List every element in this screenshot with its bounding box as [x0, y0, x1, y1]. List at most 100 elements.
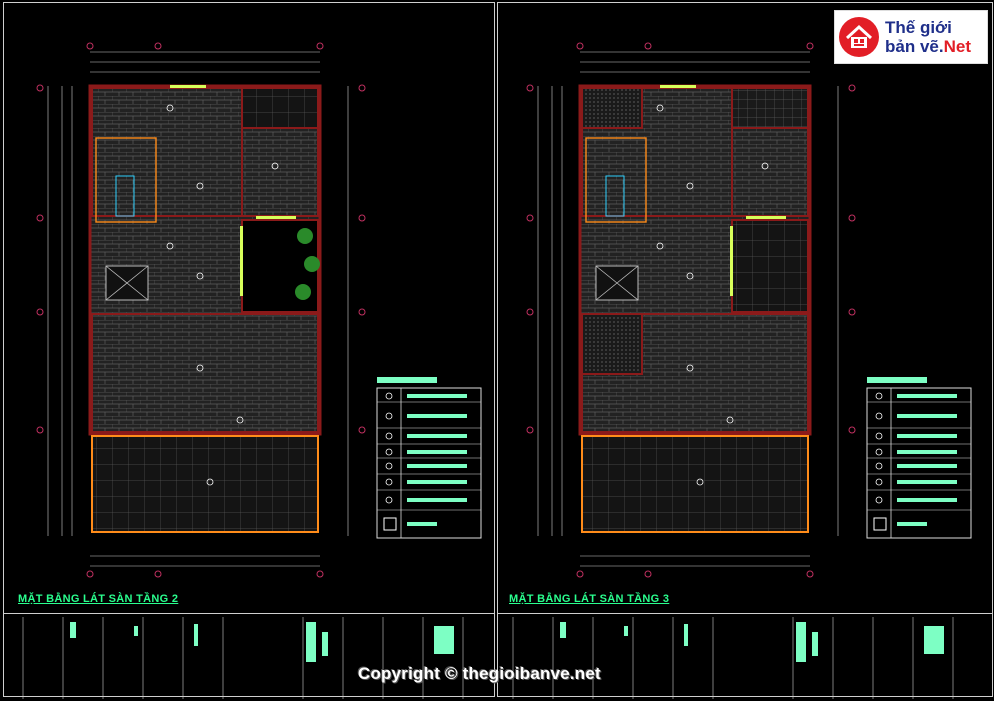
legend-text-bar	[897, 464, 957, 468]
grid-bubble-icon	[358, 308, 366, 316]
window	[256, 216, 296, 219]
title-block-entry	[194, 624, 198, 646]
legend-symbol-icon	[875, 392, 883, 400]
grid-bubble-icon	[86, 42, 94, 50]
grid-bubble-icon	[576, 570, 584, 578]
room	[731, 87, 809, 129]
wc-room	[581, 87, 643, 129]
grid-bubble-icon	[576, 42, 584, 50]
legend-table	[866, 387, 972, 539]
title-block-entry	[560, 622, 566, 638]
grid-bubble-icon	[526, 84, 534, 92]
window	[240, 226, 243, 296]
legend-symbol-icon	[875, 432, 883, 440]
legend-symbol-icon	[875, 478, 883, 486]
legend-text-bar	[407, 450, 467, 454]
grid-bubble-icon	[806, 42, 814, 50]
legend-symbol-icon	[385, 478, 393, 486]
legend-symbol-icon	[875, 462, 883, 470]
house-logo-icon	[839, 17, 879, 57]
title-block-entry	[306, 622, 316, 662]
grid-bubble-icon	[806, 570, 814, 578]
plan-title-floor-2: MẶT BẰNG LÁT SÀN TẦNG 2	[18, 593, 179, 605]
title-block-entry	[796, 622, 806, 662]
grid-bubble-icon	[316, 42, 324, 50]
grid-bubble-icon	[848, 214, 856, 222]
title-block-entry	[684, 624, 688, 646]
window	[730, 226, 733, 296]
courtyard	[731, 219, 809, 313]
legend-text-bar	[407, 480, 467, 484]
title-block-entry	[70, 622, 76, 638]
title-block-entry	[134, 626, 138, 636]
legend-text-bar	[897, 434, 957, 438]
grid-bubble-icon	[848, 426, 856, 434]
grid-bubble-icon	[644, 570, 652, 578]
window	[746, 216, 786, 219]
grid-bubble-icon	[36, 308, 44, 316]
legend-symbol-icon	[383, 517, 397, 531]
legend-text-bar	[897, 450, 957, 454]
grid-bubble-icon	[848, 84, 856, 92]
legend-text-bar	[407, 464, 467, 468]
grid-bubble-icon	[86, 570, 94, 578]
legend-heading	[867, 377, 927, 383]
grid-bubble-icon	[358, 426, 366, 434]
legend-symbol-icon	[873, 517, 887, 531]
plant-icon	[304, 256, 320, 272]
legend-text-bar	[407, 522, 437, 526]
legend-text-bar	[897, 498, 957, 502]
legend-symbol-icon	[385, 496, 393, 504]
grid-bubble-icon	[358, 84, 366, 92]
title-block-entry	[322, 632, 328, 656]
title-block-entry	[624, 626, 628, 636]
grid-bubble-icon	[358, 214, 366, 222]
legend-text-bar	[407, 414, 467, 418]
legend-text-bar	[897, 522, 927, 526]
legend-text-bar	[407, 394, 467, 398]
legend-text-bar	[897, 394, 957, 398]
legend-symbol-icon	[385, 462, 393, 470]
title-block-entry	[434, 626, 454, 654]
grid-bubble-icon	[154, 42, 162, 50]
grid-bubble-icon	[526, 308, 534, 316]
legend-text-bar	[407, 498, 467, 502]
plant-icon	[295, 284, 311, 300]
logo-line-1: Thế giới	[885, 18, 952, 37]
plan-title-floor-3: MẶT BẰNG LÁT SÀN TẦNG 3	[509, 593, 670, 605]
window	[170, 85, 206, 88]
grid-bubble-icon	[526, 214, 534, 222]
title-block-entry	[812, 632, 818, 656]
legend-table	[376, 387, 482, 539]
grid-bubble-icon	[644, 42, 652, 50]
logo-net: Net	[943, 37, 971, 56]
balcony	[91, 435, 319, 533]
logo-line-2: bản vẽ.	[885, 37, 944, 56]
wc-room	[581, 313, 643, 375]
legend-symbol-icon	[875, 412, 883, 420]
legend-text-bar	[897, 480, 957, 484]
legend-symbol-icon	[385, 448, 393, 456]
legend-text-bar	[897, 414, 957, 418]
grid-bubble-icon	[848, 308, 856, 316]
legend-symbol-icon	[385, 432, 393, 440]
balcony	[581, 435, 809, 533]
grid-bubble-icon	[36, 84, 44, 92]
legend-symbol-icon	[875, 496, 883, 504]
site-logo: Thế giới bản vẽ.Net	[834, 10, 988, 64]
grid-bubble-icon	[526, 426, 534, 434]
room	[731, 127, 809, 217]
legend-symbol-icon	[385, 392, 393, 400]
copyright-watermark: Copyright © thegioibanve.net	[358, 664, 601, 683]
grid-bubble-icon	[316, 570, 324, 578]
room	[91, 313, 319, 433]
room	[241, 87, 319, 129]
grid-bubble-icon	[36, 426, 44, 434]
legend-heading	[377, 377, 437, 383]
plant-icon	[297, 228, 313, 244]
legend-symbol-icon	[875, 448, 883, 456]
window	[660, 85, 696, 88]
legend-text-bar	[407, 434, 467, 438]
legend-symbol-icon	[385, 412, 393, 420]
grid-bubble-icon	[36, 214, 44, 222]
